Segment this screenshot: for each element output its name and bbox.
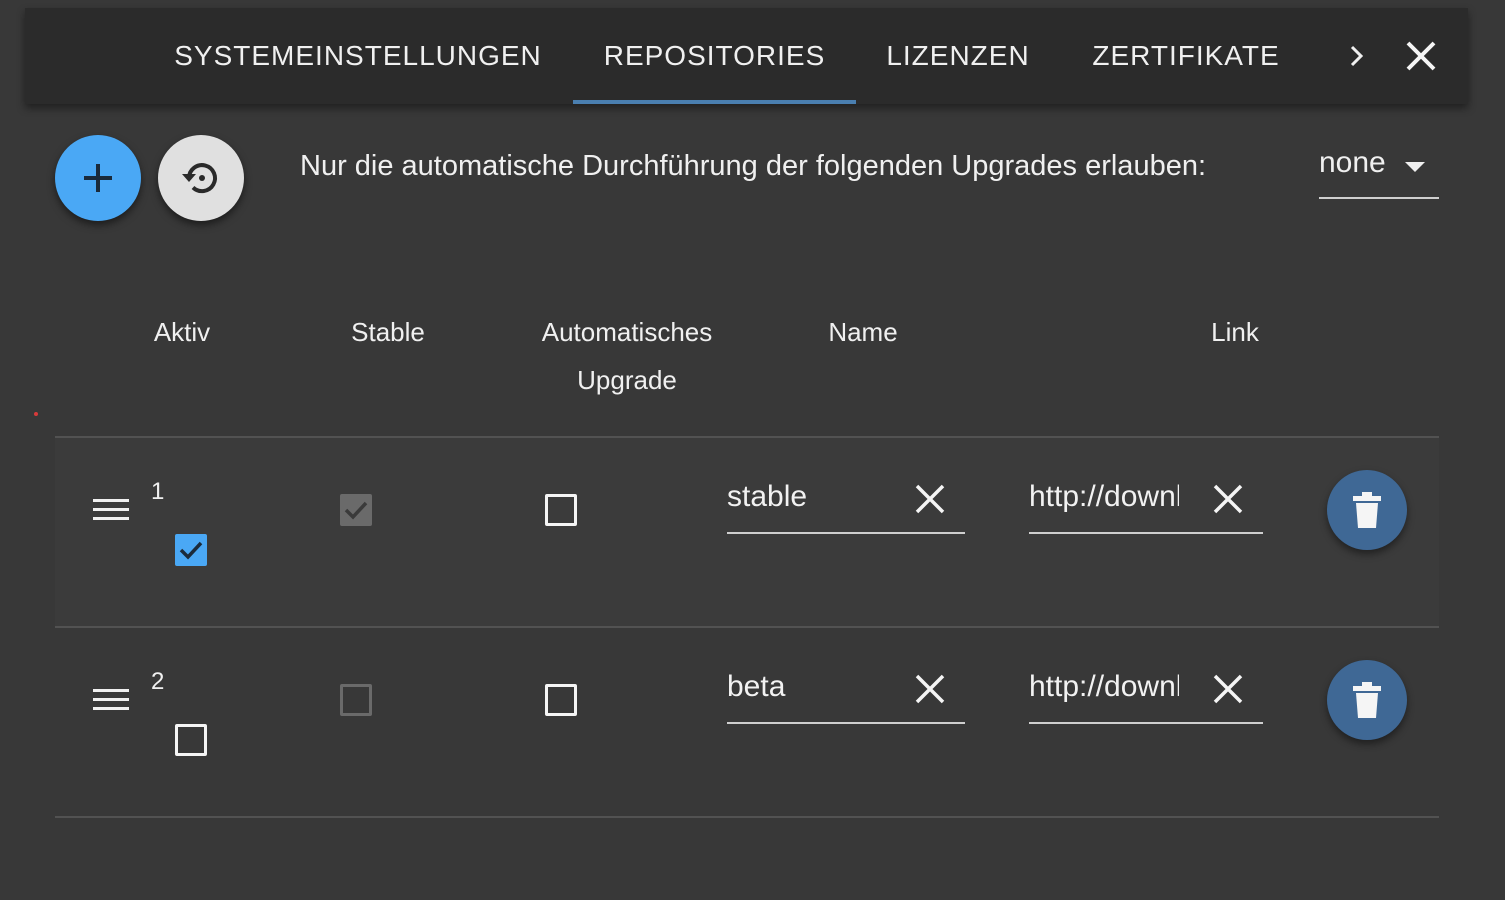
indicator-dot <box>34 412 38 416</box>
upgrade-policy-label: Nur die automatische Durchführung der fo… <box>300 150 1207 182</box>
settings-dialog: SYSTEMEINSTELLUNGEN REPOSITORIES LIZENZE… <box>0 0 1505 900</box>
header-active: Aktiv <box>153 317 211 347</box>
header-auto-upgrade: Automatisches Upgrade <box>541 317 713 395</box>
header-stable: Stable <box>351 317 425 347</box>
header-link: Link <box>1211 317 1259 347</box>
header-name: Name <box>828 317 898 347</box>
row-index: 2 <box>151 668 165 695</box>
tab-licenses[interactable]: LIZENZEN <box>886 8 1029 104</box>
row-divider <box>55 816 1439 818</box>
plus-icon <box>84 164 112 192</box>
active-checkbox[interactable] <box>175 534 207 566</box>
name-field-value: stable <box>727 480 808 513</box>
restore-icon <box>182 163 217 194</box>
name-field-value: beta <box>727 670 786 703</box>
auto-upgrade-checkbox[interactable] <box>545 684 577 716</box>
row-index: 1 <box>151 478 165 505</box>
table-row: 2 beta http://download.iobroker.net/sour… <box>55 628 1439 816</box>
clear-icon[interactable] <box>1211 672 1245 706</box>
tab-certificates[interactable]: ZERTIFIKATE <box>1091 8 1281 104</box>
check-icon <box>344 501 368 520</box>
caret-down-icon <box>1405 162 1425 172</box>
trash-icon <box>1353 492 1381 528</box>
stable-checkbox <box>340 684 372 716</box>
link-field-value: http://download.iobroker.net/sources-dis… <box>1029 670 1179 703</box>
upgrade-policy-value: none <box>1319 146 1386 179</box>
tab-repositories[interactable]: REPOSITORIES <box>573 8 856 104</box>
trash-icon <box>1353 682 1381 718</box>
delete-repository-button[interactable] <box>1327 470 1407 550</box>
tab-bar: SYSTEMEINSTELLUNGEN REPOSITORIES LIZENZE… <box>25 8 1468 104</box>
link-field[interactable]: http://download.iobroker.net/sources-dis… <box>1029 470 1263 534</box>
name-field[interactable]: beta <box>727 660 965 724</box>
tab-system-settings[interactable]: SYSTEMEINSTELLUNGEN <box>174 8 541 104</box>
auto-upgrade-checkbox[interactable] <box>545 494 577 526</box>
restore-defaults-button[interactable] <box>158 135 244 221</box>
table-row: 1 stable http://download.iobroker.net/so… <box>55 438 1439 626</box>
clear-icon[interactable] <box>1211 482 1245 516</box>
clear-icon[interactable] <box>913 672 947 706</box>
chevron-right-icon <box>1350 45 1364 67</box>
active-checkbox[interactable] <box>175 724 207 756</box>
link-field[interactable]: http://download.iobroker.net/sources-dis… <box>1029 660 1263 724</box>
tab-scroll-right-button[interactable] <box>1337 36 1377 76</box>
drag-handle-icon[interactable] <box>93 498 129 522</box>
close-dialog-button[interactable] <box>1401 34 1441 78</box>
drag-handle-icon[interactable] <box>93 688 129 712</box>
check-icon <box>179 541 203 560</box>
delete-repository-button[interactable] <box>1327 660 1407 740</box>
stable-checkbox <box>340 494 372 526</box>
close-icon <box>1406 41 1436 71</box>
link-field-value: http://download.iobroker.net/sources-dis… <box>1029 480 1179 513</box>
name-field[interactable]: stable <box>727 470 965 534</box>
clear-icon[interactable] <box>913 482 947 516</box>
upgrade-policy-select[interactable]: none <box>1319 142 1439 199</box>
add-repository-button[interactable] <box>55 135 141 221</box>
